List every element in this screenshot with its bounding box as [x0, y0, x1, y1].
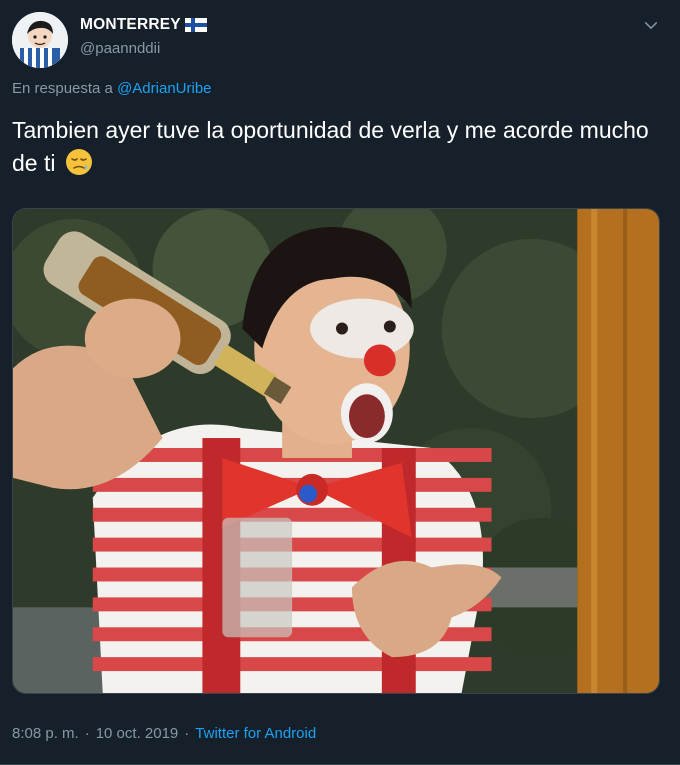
tweet-text: Tambien ayer tuve la oportunidad de verl…	[12, 114, 662, 180]
user-handle[interactable]: @paannddii	[80, 40, 160, 57]
tweet-time[interactable]: 8:08 p. m.	[12, 725, 79, 742]
meta-separator: ·	[84, 725, 90, 742]
avatar[interactable]	[12, 12, 68, 68]
tweet-body: Tambien ayer tuve la oportunidad de verl…	[12, 117, 649, 176]
tweet-photo[interactable]	[12, 208, 660, 694]
reply-prefix: En respuesta a	[12, 80, 113, 97]
tweet-date[interactable]: 10 oct. 2019	[96, 725, 179, 742]
cartoon-avatar-icon	[12, 12, 68, 68]
photo-clown-with-bottle	[13, 209, 659, 693]
sleepy-face-emoji-icon	[64, 147, 94, 177]
more-options-chevron-icon[interactable]	[640, 16, 662, 34]
tweet-card: MONTERREY @paannddii En respuesta a @Adr…	[0, 0, 680, 765]
reply-mention-link[interactable]: @AdrianUribe	[117, 80, 211, 97]
name-row[interactable]: MONTERREY	[80, 16, 207, 34]
tweet-source-link[interactable]: Twitter for Android	[195, 725, 316, 742]
finland-flag-icon	[184, 18, 207, 32]
meta-separator: ·	[184, 725, 190, 742]
reply-context: En respuesta a @AdrianUribe	[12, 80, 212, 97]
display-name[interactable]: MONTERREY	[80, 16, 181, 34]
tweet-meta: 8:08 p. m. · 10 oct. 2019 · Twitter for …	[12, 725, 316, 742]
